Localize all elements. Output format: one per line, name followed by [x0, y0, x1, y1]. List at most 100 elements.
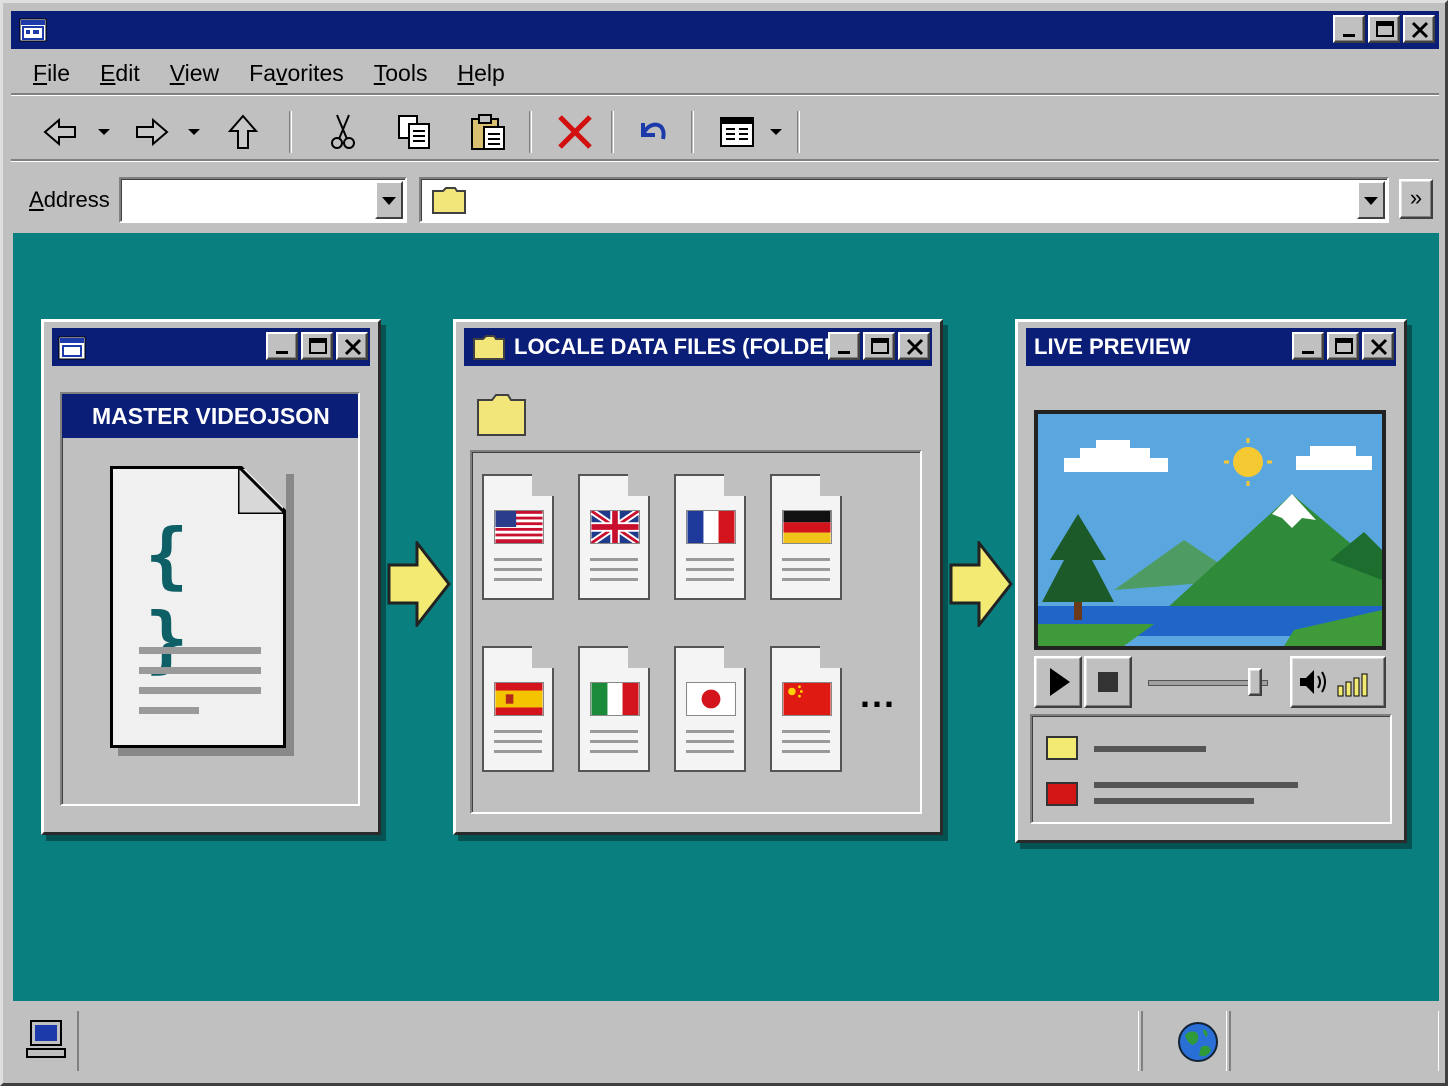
- close-button[interactable]: [898, 332, 930, 360]
- folder-icon: [473, 335, 505, 360]
- window-app-icon: [58, 336, 86, 360]
- locale-file-es[interactable]: [482, 646, 554, 772]
- back-button[interactable]: [41, 113, 81, 151]
- page-fold-icon: [238, 466, 286, 514]
- status-pane-zone: [1141, 1011, 1227, 1071]
- close-button[interactable]: [1362, 332, 1394, 360]
- more-files-ellipsis: ...: [860, 674, 897, 715]
- video-preview-landscape[interactable]: [1034, 410, 1386, 650]
- address-left-dropdown-button[interactable]: [375, 181, 403, 219]
- legend-text-line: [1094, 782, 1298, 788]
- preview-window-title: LIVE PREVIEW: [1034, 334, 1191, 359]
- menu-bar: File Edit View Favorites Tools Help: [11, 53, 1439, 95]
- locale-file-fr[interactable]: [674, 474, 746, 600]
- menu-help[interactable]: Help: [442, 52, 519, 94]
- address-bar: Address »: [11, 167, 1439, 229]
- forward-button[interactable]: [131, 113, 171, 151]
- folder-icon[interactable]: [476, 392, 528, 438]
- address-path-dropdown-button[interactable]: [1357, 181, 1385, 219]
- locale-title-bar[interactable]: LOCALE DATA FILES (FOLDER): [464, 328, 932, 366]
- globe-icon: [1178, 1022, 1218, 1062]
- up-button[interactable]: [223, 113, 263, 151]
- japan-flag: [686, 682, 736, 716]
- master-heading: MASTER VIDEOJSON: [62, 394, 358, 438]
- cut-button[interactable]: [323, 113, 363, 151]
- status-pane-main: [77, 1011, 1139, 1071]
- locale-file-en-us[interactable]: [482, 474, 554, 600]
- close-button[interactable]: [336, 332, 368, 360]
- back-dropdown-icon[interactable]: [97, 127, 111, 137]
- locale-file-ja[interactable]: [674, 646, 746, 772]
- menu-view[interactable]: View: [155, 52, 234, 94]
- italy-flag: [590, 682, 640, 716]
- minimize-button[interactable]: [1333, 15, 1365, 43]
- address-left-combobox[interactable]: [119, 177, 407, 223]
- locale-file-en-gb[interactable]: [578, 474, 650, 600]
- menu-edit[interactable]: Edit: [85, 52, 155, 94]
- back-arrow-icon: [43, 117, 76, 147]
- master-videojson-window: MASTER VIDEOJSON { }: [41, 319, 381, 835]
- address-path-combobox[interactable]: [419, 177, 1389, 223]
- explorer-window-icon[interactable]: [19, 17, 47, 48]
- legend-swatch-yellow: [1046, 736, 1078, 760]
- menu-favorites[interactable]: Favorites: [234, 52, 359, 94]
- maximize-button[interactable]: [1327, 332, 1359, 360]
- play-icon: [1050, 668, 1070, 696]
- title-bar[interactable]: [11, 11, 1439, 49]
- germany-flag: [782, 510, 832, 544]
- copy-button[interactable]: [395, 113, 435, 151]
- views-button[interactable]: [717, 113, 757, 151]
- maximize-button[interactable]: [1368, 15, 1400, 43]
- maximize-button[interactable]: [863, 332, 895, 360]
- maximize-icon: [1335, 338, 1353, 354]
- status-bar: [11, 1007, 1439, 1077]
- toolbar: [11, 101, 1439, 161]
- address-go-button[interactable]: »: [1399, 179, 1433, 219]
- locale-file-zh[interactable]: [770, 646, 842, 772]
- json-document-icon[interactable]: { }: [110, 466, 286, 748]
- forward-dropdown-icon[interactable]: [187, 127, 201, 137]
- toolbar-separator: [691, 111, 694, 153]
- minimize-icon: [1302, 351, 1314, 354]
- menu-file[interactable]: File: [11, 52, 85, 94]
- address-label: Address: [29, 187, 110, 212]
- legend-swatch-red: [1046, 782, 1078, 806]
- undo-button[interactable]: [633, 113, 673, 151]
- minimize-icon: [1343, 34, 1355, 37]
- computer-icon: [26, 1020, 66, 1058]
- close-button[interactable]: [1403, 15, 1435, 43]
- locale-file-de[interactable]: [770, 474, 842, 600]
- stop-button[interactable]: [1084, 656, 1132, 708]
- minimize-button[interactable]: [266, 332, 298, 360]
- minimize-button[interactable]: [828, 332, 860, 360]
- preview-title-bar[interactable]: LIVE PREVIEW: [1026, 328, 1396, 366]
- undo-icon: [641, 122, 666, 140]
- delete-icon: [558, 115, 592, 149]
- maximize-button[interactable]: [301, 332, 333, 360]
- master-title-bar[interactable]: [52, 328, 370, 366]
- play-button[interactable]: [1034, 656, 1082, 708]
- volume-control[interactable]: [1290, 656, 1386, 708]
- locale-file-it[interactable]: [578, 646, 650, 772]
- seek-slider[interactable]: [1148, 668, 1268, 696]
- close-icon: [1370, 338, 1388, 356]
- folder-icon: [432, 187, 466, 214]
- master-content-pane: MASTER VIDEOJSON { }: [60, 392, 360, 806]
- paste-icon: [471, 114, 505, 150]
- seek-slider-thumb[interactable]: [1248, 668, 1262, 696]
- usa-flag: [494, 510, 544, 544]
- chevron-down-icon: [1364, 197, 1378, 205]
- uk-flag: [590, 510, 640, 544]
- views-dropdown-icon[interactable]: [769, 127, 783, 137]
- toolbar-separator: [797, 111, 800, 153]
- live-preview-window: LIVE PREVIEW: [1015, 319, 1407, 843]
- legend-text-line: [1094, 746, 1206, 752]
- close-icon: [344, 338, 362, 356]
- legend-text-line: [1094, 798, 1254, 804]
- minimize-button[interactable]: [1292, 332, 1324, 360]
- menu-tools[interactable]: Tools: [359, 52, 443, 94]
- delete-button[interactable]: [555, 113, 595, 151]
- paste-button[interactable]: [469, 113, 509, 151]
- maximize-icon: [1376, 21, 1394, 37]
- chevron-down-icon: [382, 197, 396, 205]
